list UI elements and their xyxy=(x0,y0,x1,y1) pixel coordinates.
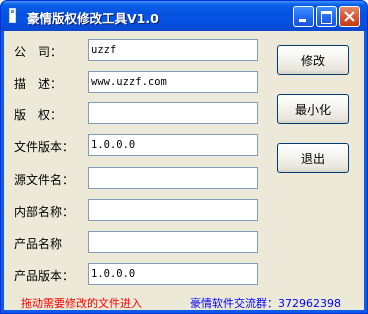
internal-name-field[interactable] xyxy=(88,199,258,221)
window-title: 豪情版权修改工具V1.0 xyxy=(27,11,159,26)
modify-button[interactable]: 修改 xyxy=(277,45,349,75)
qq-group-text: 豪情软件交流群：372962398 xyxy=(190,297,341,310)
file-version-field[interactable] xyxy=(88,134,258,156)
product-version-label: 产品版本： xyxy=(14,269,75,283)
drag-hint-text: 拖动需要修改的文件进入 xyxy=(21,297,142,310)
dialog-body: 公 司： 描 述： 版 权： 文件版本： 源文件名： 内部名称： 产品名称 产品… xyxy=(4,31,364,310)
app-window: 豪情版权修改工具V1.0 公 司： 描 述： 版 权： 文件版本： 源文件名： … xyxy=(0,0,368,314)
product-name-field[interactable] xyxy=(88,231,258,253)
company-label: 公 司： xyxy=(14,45,63,59)
original-filename-label: 源文件名： xyxy=(14,173,75,187)
minimize-button[interactable]: 最小化 xyxy=(277,94,349,124)
copyright-label: 版 权： xyxy=(14,108,63,122)
maximize-icon xyxy=(321,11,332,24)
product-version-field[interactable] xyxy=(88,263,258,285)
original-filename-field[interactable] xyxy=(88,167,258,189)
internal-name-label: 内部名称： xyxy=(14,205,75,219)
exit-button[interactable]: 退出 xyxy=(277,143,349,173)
product-name-label: 产品名称 xyxy=(14,237,63,251)
close-icon xyxy=(344,11,355,22)
description-field[interactable] xyxy=(88,71,258,93)
description-label: 描 述： xyxy=(14,77,63,91)
file-version-label: 文件版本： xyxy=(14,140,75,154)
close-window-button[interactable] xyxy=(339,6,360,27)
copyright-field[interactable] xyxy=(88,102,258,124)
title-bar[interactable]: 豪情版权修改工具V1.0 xyxy=(1,1,367,31)
minimize-icon xyxy=(299,19,306,22)
company-field[interactable] xyxy=(88,39,258,61)
maximize-window-button[interactable] xyxy=(316,6,337,27)
app-icon xyxy=(9,8,16,23)
minimize-window-button[interactable] xyxy=(293,6,314,27)
